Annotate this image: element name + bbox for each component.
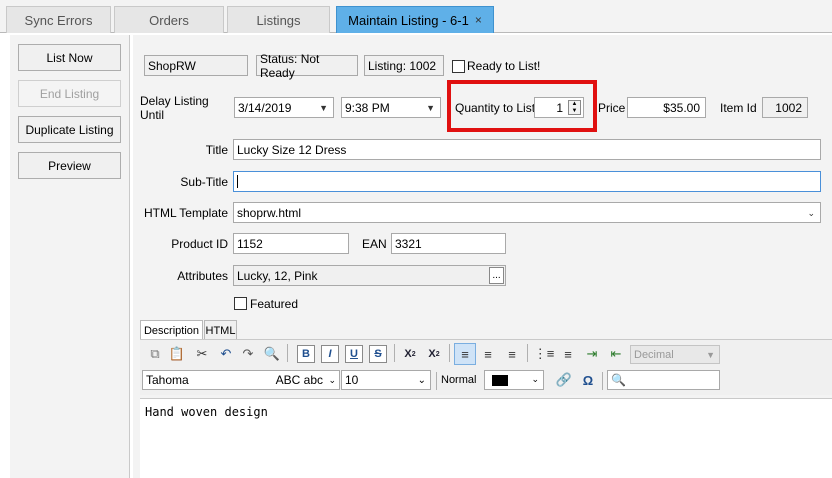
align-right-icon[interactable]: ≡ (502, 344, 522, 364)
chevron-down-icon: ▼ (426, 103, 435, 113)
font-size-value: 10 (345, 373, 359, 387)
attributes-field: Lucky, 12, Pink (233, 265, 506, 286)
end-listing-button[interactable]: End Listing (18, 80, 121, 107)
delay-date-select[interactable]: 3/14/2019 ▼ (234, 97, 334, 118)
undo-icon[interactable]: ↶ (216, 344, 236, 364)
tab-label: Maintain Listing - 6-1 (348, 12, 469, 28)
color-picker[interactable]: ⌄ (484, 370, 544, 390)
preview-button[interactable]: Preview (18, 152, 121, 179)
price-field[interactable]: $35.00 (627, 97, 706, 118)
editor-search-input[interactable]: 🔍 (607, 370, 720, 390)
chevron-down-icon: ⌄ (417, 374, 426, 386)
redo-icon[interactable]: ↷ (238, 344, 258, 364)
attributes-value: Lucky, 12, Pink (237, 268, 318, 283)
store-field: ShopRW (144, 55, 248, 76)
font-family-value: Tahoma (146, 373, 189, 387)
link-icon[interactable]: 🔗 (554, 370, 574, 390)
tab-orders[interactable]: Orders (114, 6, 224, 33)
tab-maintain-listing[interactable]: Maintain Listing - 6-1 × (336, 6, 494, 33)
toolbar-separator (287, 344, 288, 362)
toolbar-separator (602, 372, 603, 390)
featured-checkbox[interactable] (234, 297, 247, 310)
delay-time-select[interactable]: 9:38 PM ▼ (341, 97, 441, 118)
toolbar-separator (394, 344, 395, 362)
search-icon: 🔍 (611, 373, 626, 387)
item-id-label: Item Id (720, 100, 757, 115)
bold-icon[interactable]: B (297, 345, 315, 363)
duplicate-listing-button[interactable]: Duplicate Listing (18, 116, 121, 143)
find-icon[interactable]: 🔍 (262, 344, 282, 364)
ean-label: EAN (362, 236, 387, 251)
subtitle-label: Sub-Title (180, 174, 228, 189)
toolbar-separator (527, 344, 528, 362)
chevron-down-icon: ⌄ (328, 374, 336, 385)
underline-icon[interactable]: U (345, 345, 363, 363)
item-id-field: 1002 (762, 97, 808, 118)
ean-input[interactable]: 3321 (391, 233, 506, 254)
delay-date-value: 3/14/2019 (238, 100, 292, 115)
close-icon[interactable]: × (475, 13, 482, 27)
list-type-value: Decimal (634, 348, 674, 361)
indent-icon[interactable]: ⇥ (582, 344, 602, 364)
product-id-label: Product ID (171, 236, 228, 251)
product-id-input[interactable]: 1152 (233, 233, 349, 254)
italic-icon[interactable]: I (321, 345, 339, 363)
align-center-icon[interactable]: ≡ (478, 344, 498, 364)
chevron-down-icon: ▼ (706, 349, 715, 360)
list-now-button[interactable]: List Now (18, 44, 121, 71)
template-label: HTML Template (143, 205, 228, 220)
toolbar-separator (436, 372, 437, 390)
font-size-select[interactable]: 10 ⌄ (341, 370, 431, 390)
tab-bar: Sync Errors Orders Listings Maintain Lis… (0, 0, 832, 33)
listing-field: Listing: 1002 (364, 55, 444, 76)
paste-icon[interactable]: 📋 (167, 344, 187, 364)
price-label: Price (598, 100, 626, 115)
tab-sync-errors[interactable]: Sync Errors (6, 6, 111, 33)
attributes-label: Attributes (177, 268, 228, 283)
cut-icon[interactable]: ✂ (192, 344, 212, 364)
editor-toolbar: ⧉ 📋 ✂ ↶ ↷ 🔍 B I U S X2 X2 ≡ ≡ ≡ ⋮≡ ≡ ⇥ ⇤… (140, 339, 832, 395)
chevron-down-icon: ⌄ (807, 208, 815, 218)
omega-icon[interactable]: Ω (578, 370, 598, 390)
font-preview: ABC abc (275, 373, 323, 387)
template-value: shoprw.html (237, 205, 302, 220)
title-label: Title (205, 142, 228, 157)
tab-label: Orders (149, 12, 189, 28)
outdent-icon[interactable]: ⇤ (606, 344, 626, 364)
align-left-icon[interactable]: ≡ (454, 343, 476, 365)
delay-label: Delay Listing Until (140, 93, 209, 122)
numbered-list-icon[interactable]: ≡ (558, 344, 578, 364)
editor-content: Hand woven design (145, 405, 268, 419)
chevron-down-icon: ⌄ (531, 374, 539, 384)
list-type-select[interactable]: Decimal ▼ (630, 345, 720, 364)
featured-label: Featured (250, 296, 299, 311)
text-cursor (237, 175, 238, 188)
subscript-icon[interactable]: X2 (400, 344, 420, 364)
tab-html[interactable]: HTML (204, 320, 237, 340)
delay-time-value: 9:38 PM (345, 100, 390, 115)
template-select[interactable]: shoprw.html ⌄ (233, 202, 821, 223)
tab-description[interactable]: Description (140, 320, 203, 340)
tab-label: Listings (256, 12, 301, 28)
color-swatch (492, 375, 508, 386)
tab-label: Sync Errors (24, 12, 93, 28)
font-family-select[interactable]: Tahoma ABC abc ⌄ (142, 370, 340, 390)
action-panel: List Now End Listing Duplicate Listing P… (10, 35, 130, 478)
ready-to-list-label: Ready to List! (467, 58, 541, 73)
toolbar-separator (449, 344, 450, 362)
tab-listings[interactable]: Listings (227, 6, 330, 33)
ready-to-list-checkbox[interactable] (452, 60, 465, 73)
status-field: Status: Not Ready (256, 52, 358, 80)
description-editor[interactable]: Hand woven design (140, 398, 832, 478)
highlight-box (447, 80, 597, 132)
paragraph-style[interactable]: Normal (441, 370, 476, 390)
superscript-icon[interactable]: X2 (424, 344, 444, 364)
subtitle-input[interactable] (233, 171, 821, 192)
strikethrough-icon[interactable]: S (369, 345, 387, 363)
attributes-browse-button[interactable]: ... (489, 267, 504, 284)
copy-icon[interactable]: ⧉ (145, 344, 165, 364)
bullet-list-icon[interactable]: ⋮≡ (534, 344, 555, 364)
chevron-down-icon: ▼ (319, 103, 328, 113)
title-input[interactable]: Lucky Size 12 Dress (233, 139, 821, 160)
